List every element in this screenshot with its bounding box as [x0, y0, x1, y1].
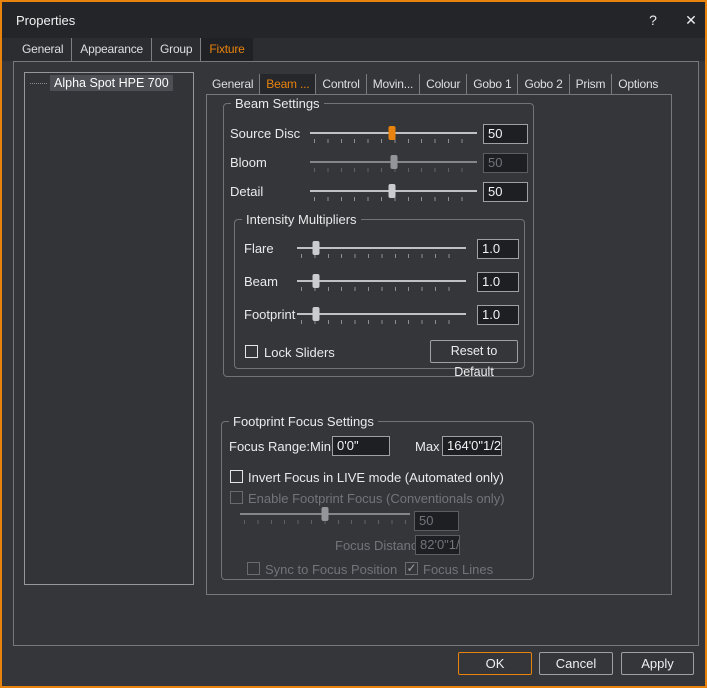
tab-gobo-2[interactable]: Gobo 2: [517, 74, 568, 94]
apply-button[interactable]: Apply: [621, 652, 694, 675]
tree-connector: [30, 83, 47, 84]
properties-dialog: Properties ? ✕ General Appearance Group …: [0, 0, 707, 688]
close-icon[interactable]: ✕: [678, 8, 704, 32]
beam-settings-title: Beam Settings: [231, 96, 324, 111]
slider-ticks: [301, 320, 462, 324]
tree-item-alpha-spot[interactable]: Alpha Spot HPE 700: [50, 75, 173, 91]
title-bar: Properties ? ✕: [2, 2, 705, 38]
max-field[interactable]: 164'0"1/2: [442, 436, 502, 456]
tab-fixture-general[interactable]: General: [206, 74, 259, 94]
bloom-value: 50: [483, 153, 528, 173]
bloom-label: Bloom: [230, 155, 267, 170]
intensity-multipliers-group: Intensity Multipliers Flare 1.0 Beam 1.0…: [234, 219, 525, 369]
tab-group[interactable]: Group: [151, 38, 200, 61]
source-disc-label: Source Disc: [230, 126, 300, 141]
check-icon: ✓: [406, 561, 416, 575]
tab-colour[interactable]: Colour: [419, 74, 466, 94]
flare-slider[interactable]: [297, 238, 466, 260]
flare-label: Flare: [244, 241, 274, 256]
intensity-multipliers-title: Intensity Multipliers: [242, 212, 361, 227]
focus-slider-value: 50: [414, 511, 459, 531]
fixture-tree[interactable]: Alpha Spot HPE 700: [24, 72, 194, 585]
slider-track: [297, 280, 466, 282]
source-disc-thumb[interactable]: [388, 126, 395, 140]
min-label: Min: [310, 439, 331, 454]
footprint-value[interactable]: 1.0: [477, 305, 519, 325]
invert-focus-label: Invert Focus in LIVE mode (Automated onl…: [248, 470, 504, 485]
detail-slider[interactable]: [310, 181, 477, 203]
enable-footprint-focus-checkbox: [230, 491, 243, 504]
tab-gobo-1[interactable]: Gobo 1: [466, 74, 517, 94]
source-disc-value[interactable]: 50: [483, 124, 528, 144]
tab-fixture[interactable]: Fixture: [200, 38, 252, 61]
beam-value[interactable]: 1.0: [477, 272, 519, 292]
beam-settings-group: Beam Settings Source Disc 50 Bloom 50 De…: [223, 103, 534, 377]
sync-to-focus-position-label: Sync to Focus Position: [265, 562, 397, 577]
tab-appearance[interactable]: Appearance: [71, 38, 151, 61]
beam-label: Beam: [244, 274, 278, 289]
flare-thumb[interactable]: [312, 241, 319, 255]
detail-thumb[interactable]: [388, 184, 395, 198]
outer-tab-strip: General Appearance Group Fixture: [2, 38, 705, 61]
focus-thumb: [322, 507, 329, 521]
min-field[interactable]: 0'0": [332, 436, 390, 456]
lock-sliders-label: Lock Sliders: [264, 345, 335, 360]
focus-distance-field: 82'0"1/4: [415, 535, 460, 555]
tab-movement[interactable]: Movin...: [366, 74, 419, 94]
tab-beam[interactable]: Beam ...: [259, 74, 315, 94]
reset-to-default-button[interactable]: Reset to Default: [430, 340, 518, 363]
footprint-focus-title: Footprint Focus Settings: [229, 414, 378, 429]
bloom-slider: [310, 152, 477, 174]
detail-value[interactable]: 50: [483, 182, 528, 202]
footprint-focus-group: Footprint Focus Settings Focus Range: Mi…: [221, 421, 534, 580]
tab-general[interactable]: General: [14, 38, 71, 61]
footprint-thumb[interactable]: [312, 307, 319, 321]
beam-thumb[interactable]: [312, 274, 319, 288]
detail-label: Detail: [230, 184, 263, 199]
beam-slider[interactable]: [297, 271, 466, 293]
dialog-title: Properties: [16, 13, 75, 28]
slider-ticks: [301, 254, 462, 258]
ok-button[interactable]: OK: [458, 652, 532, 675]
source-disc-slider[interactable]: [310, 123, 477, 145]
help-icon[interactable]: ?: [640, 8, 666, 32]
footprint-label: Footprint: [244, 307, 295, 322]
bloom-thumb: [390, 155, 397, 169]
focus-lines-label: Focus Lines: [423, 562, 493, 577]
cancel-button[interactable]: Cancel: [539, 652, 613, 675]
tab-options[interactable]: Options: [611, 74, 664, 94]
slider-ticks: [301, 287, 462, 291]
slider-track: [297, 313, 466, 315]
focus-lines-checkbox: ✓: [405, 562, 418, 575]
lock-sliders-checkbox[interactable]: [245, 345, 258, 358]
focus-slider: [240, 504, 410, 526]
flare-value[interactable]: 1.0: [477, 239, 519, 259]
footprint-slider[interactable]: [297, 304, 466, 326]
inner-tab-strip: General Beam ... Control Movin... Colour…: [206, 74, 664, 94]
tab-control[interactable]: Control: [315, 74, 365, 94]
outer-tabs: General Appearance Group Fixture: [14, 38, 253, 61]
max-label: Max: [415, 439, 440, 454]
focus-range-label: Focus Range:: [229, 439, 310, 454]
sync-to-focus-position-checkbox: [247, 562, 260, 575]
invert-focus-checkbox[interactable]: [230, 470, 243, 483]
tab-prism[interactable]: Prism: [569, 74, 612, 94]
focus-distance-label: Focus Distance: [335, 538, 425, 553]
slider-track: [297, 247, 466, 249]
